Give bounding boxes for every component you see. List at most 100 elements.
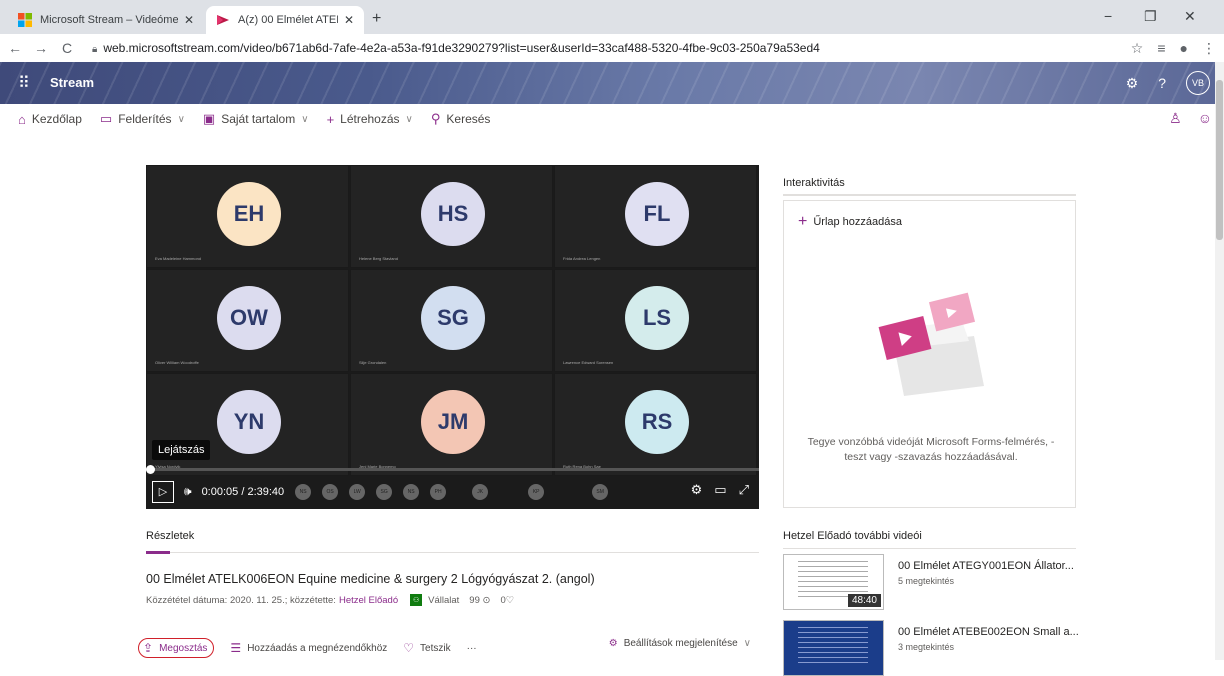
- nav-home[interactable]: ⌂ Kezdőlap: [18, 112, 82, 127]
- address-bar-row: ← → C 🔒︎ web.microsoftstream.com/video/b6…: [0, 34, 1224, 62]
- related-title: Hetzel Előadó további videói: [783, 530, 922, 542]
- person-icon[interactable]: ♙: [1169, 110, 1182, 127]
- mini-avatar: NS: [295, 483, 312, 500]
- restore-button[interactable]: ❐: [1144, 8, 1157, 25]
- video-title: 00 Elmélet ATELK006EON Equine medicine &…: [146, 572, 595, 586]
- settings-gear-icon[interactable]: ⚙: [1126, 75, 1139, 92]
- settings-gear-icon[interactable]: ⚙: [691, 482, 703, 498]
- lock-icon: 🔒︎: [92, 44, 98, 55]
- participant-name: Silje Grondalen: [359, 360, 387, 365]
- related-video-title[interactable]: 00 Elmélet ATEGY001EON Állator...: [898, 560, 1074, 572]
- video-player[interactable]: EH Eva Madeleine Hammond HS Helene Berg …: [146, 165, 759, 509]
- participant-tile: FL Frida Andrea Lengen: [554, 165, 757, 268]
- nav-search[interactable]: ⚲ Keresés: [431, 111, 491, 127]
- participant-name: Frida Andrea Lengen: [563, 256, 601, 261]
- org-label: Vállalat: [428, 594, 460, 606]
- share-button[interactable]: ⇪ Megosztás: [138, 638, 215, 658]
- captions-icon[interactable]: ▭: [714, 482, 726, 498]
- video-thumbnail[interactable]: 48:40: [783, 554, 884, 610]
- org-icon: ⚇: [410, 594, 423, 606]
- mini-avatar: OS: [322, 483, 339, 500]
- menu-dots-icon[interactable]: ⋮: [1202, 40, 1216, 57]
- participant-tile: YN Ylvisa Nordvik: [146, 373, 349, 476]
- reload-icon[interactable]: C: [56, 40, 78, 56]
- participant-name: Helene Berg Stavland: [359, 256, 398, 261]
- divider: [783, 548, 1076, 549]
- tab-video[interactable]: A(z) 00 Elmélet ATELK006EON Eq ✕: [206, 6, 364, 34]
- add-form-button[interactable]: + Űrlap hozzáadása: [798, 213, 902, 231]
- window-close-button[interactable]: ✕: [1184, 8, 1196, 25]
- related-video-item[interactable]: 00 Elmélet ATEBE002EON Small a... 3 megt…: [783, 620, 1083, 676]
- add-to-watchlist-button[interactable]: ☰ Hozzáadás a megnézendőkhöz: [230, 641, 387, 655]
- star-icon[interactable]: ☆: [1131, 40, 1144, 57]
- views-count: 99 ⊙: [469, 595, 490, 606]
- video-thumbnail[interactable]: [783, 620, 884, 676]
- display-settings-label: Beállítások megjelenítése: [623, 638, 738, 649]
- time-display: 0:00:05 / 2:39:40: [202, 486, 285, 498]
- forward-arrow-icon[interactable]: →: [30, 40, 52, 56]
- related-video-item[interactable]: 48:40 00 Elmélet ATEGY001EON Állator... …: [783, 554, 1083, 610]
- search-icon: ⚲: [430, 111, 441, 126]
- tab-title: Microsoft Stream – Videómegosz: [40, 14, 178, 26]
- back-arrow-icon[interactable]: ←: [4, 40, 26, 56]
- view-icon: ⊙: [482, 594, 491, 606]
- scrollbar-thumb[interactable]: [1216, 80, 1223, 240]
- divider: [146, 552, 759, 553]
- nav-discover[interactable]: ▭ Felderítés ∨: [100, 111, 185, 127]
- publisher-link[interactable]: Hetzel Előadó: [339, 595, 398, 606]
- minimize-button[interactable]: −: [1104, 8, 1112, 24]
- microsoft-logo-icon: [18, 13, 32, 27]
- stream-nav: ⌂ Kezdőlap ▭ Felderítés ∨ ▣ Saját tartal…: [0, 104, 1224, 134]
- participant-tile: LS Lawrence Edward Sorensen: [554, 269, 757, 372]
- participant-avatar: HS: [421, 182, 485, 246]
- published-text: Közzététel dátuma: 2020. 11. 25.; közzét…: [146, 594, 336, 606]
- share-icon: ⇪: [143, 641, 154, 655]
- participant-name: Eva Madeleine Hammond: [155, 256, 202, 261]
- app-launcher-icon[interactable]: ⠿: [18, 73, 30, 93]
- stream-logo-icon: [216, 13, 230, 27]
- mini-avatar: SG: [376, 483, 393, 500]
- help-icon[interactable]: ?: [1158, 75, 1166, 91]
- tab-close-icon[interactable]: ✕: [184, 13, 194, 27]
- participant-tile: JM Jeni Marie Bonnemo: [350, 373, 553, 476]
- participant-avatar: SG: [421, 286, 485, 350]
- participant-avatar: OW: [217, 286, 281, 350]
- progress-bar[interactable]: [146, 468, 759, 471]
- volume-icon[interactable]: 🕪︎: [184, 484, 192, 499]
- plus-icon: +: [798, 213, 808, 230]
- mini-avatar: NS: [403, 483, 420, 500]
- participant-avatar: YN: [217, 390, 281, 454]
- related-video-views: 5 megtekintés: [898, 576, 955, 586]
- nav-create[interactable]: + Létrehozás ∨: [327, 112, 413, 127]
- play-button[interactable]: ▷: [152, 480, 174, 503]
- interactivity-description: Tegye vonzóbbá videóját Microsoft Forms-…: [807, 436, 1055, 463]
- profile-icon[interactable]: ●: [1180, 40, 1188, 57]
- url-field[interactable]: 🔒︎ web.microsoftstream.com/video/b671ab6d…: [92, 41, 820, 55]
- likes-count: 0♡: [500, 595, 514, 606]
- participant-avatar: LS: [625, 286, 689, 350]
- participant-avatar: FL: [625, 182, 689, 246]
- nav-my-content[interactable]: ▣ Saját tartalom ∨: [203, 111, 309, 127]
- nav-home-label: Kezdőlap: [31, 112, 82, 126]
- new-tab-button[interactable]: +: [372, 10, 381, 28]
- stream-header: ⠿ Stream ⚙ ? VB: [0, 62, 1224, 104]
- video-actions: ⇪ Megosztás ☰ Hozzáadás a megnézendőkhöz ♡…: [138, 638, 759, 658]
- participant-name: Oliver William Woodroffe: [155, 360, 199, 365]
- display-settings-button[interactable]: ⚙ Beállítások megjelenítése ∨: [609, 638, 751, 649]
- tab-microsoft-stream[interactable]: Microsoft Stream – Videómegosz ✕: [8, 6, 204, 34]
- plus-icon: +: [326, 111, 335, 127]
- watchlist-label: Hozzáadás a megnézendőkhöz: [247, 642, 388, 654]
- user-avatar[interactable]: VB: [1186, 71, 1210, 95]
- fullscreen-icon[interactable]: ⤢: [739, 482, 749, 498]
- related-video-title[interactable]: 00 Elmélet ATEBE002EON Small a...: [898, 626, 1079, 638]
- participant-avatar: EH: [217, 182, 281, 246]
- tab-close-icon[interactable]: ✕: [344, 13, 354, 27]
- like-button[interactable]: ♡ Tetszik: [403, 641, 450, 655]
- time-separator: /: [241, 485, 245, 498]
- stream-brand[interactable]: Stream: [50, 75, 94, 90]
- progress-handle[interactable]: [146, 465, 155, 474]
- mini-avatar: SM: [592, 483, 609, 500]
- feedback-smiley-icon[interactable]: ☺: [1198, 110, 1212, 127]
- more-button[interactable]: ···: [467, 643, 477, 654]
- reading-list-icon[interactable]: ≡: [1157, 40, 1165, 57]
